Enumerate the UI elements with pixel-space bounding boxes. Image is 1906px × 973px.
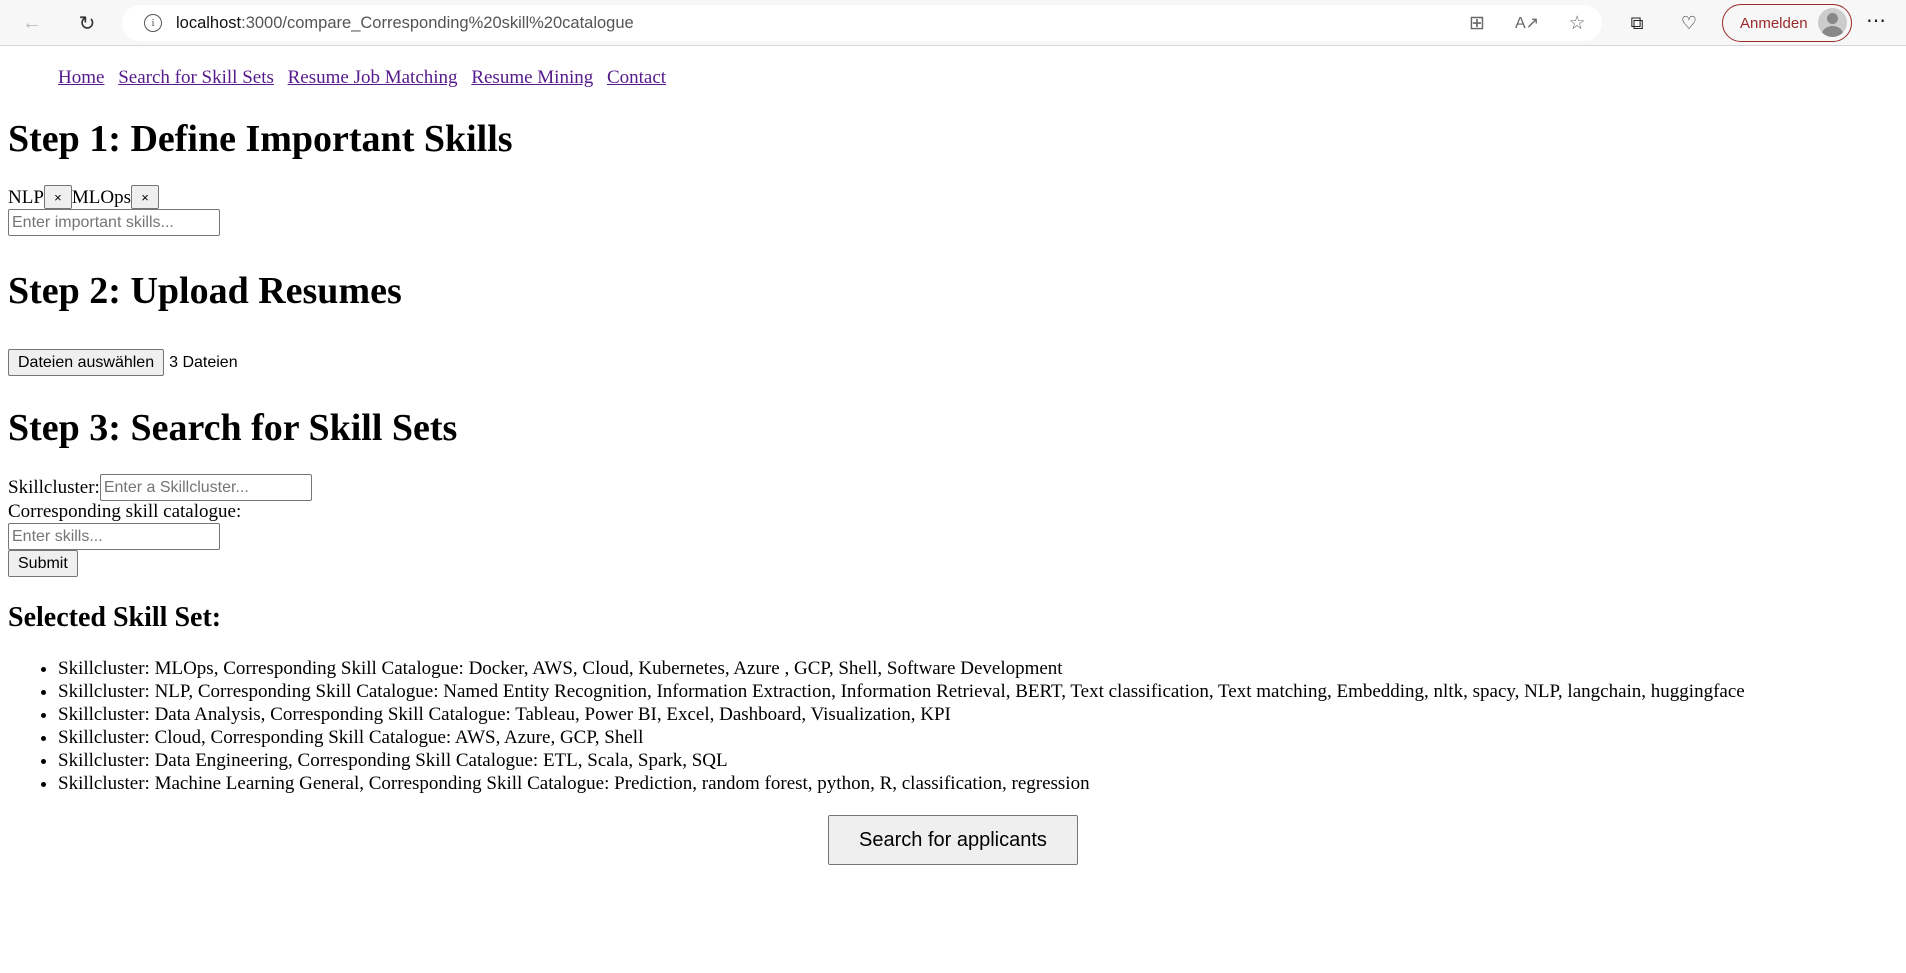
url-text[interactable]: localhost:3000/compare_Corresponding%20s…: [176, 14, 634, 33]
collections-icon[interactable]: ⧉: [1622, 8, 1652, 38]
remove-tag-mlops-button[interactable]: ×: [131, 185, 160, 209]
apps-icon[interactable]: ⊞: [1452, 12, 1502, 35]
browser-essentials-icon[interactable]: ♡: [1674, 8, 1704, 38]
nav-contact[interactable]: Contact: [607, 67, 666, 88]
skill-tag-label: NLP: [8, 187, 44, 208]
list-item: Skillcluster: Data Engineering, Correspo…: [58, 749, 1898, 772]
reload-icon: ↻: [78, 12, 96, 35]
file-status: 3 Dateien: [169, 353, 238, 371]
step2-heading: Step 2: Upload Resumes: [8, 270, 402, 312]
favorite-star-icon[interactable]: ☆: [1552, 12, 1602, 35]
signin-button[interactable]: Anmelden: [1722, 4, 1852, 42]
read-aloud-icon[interactable]: A↗: [1502, 13, 1552, 33]
page-content: Home Search for Skill Sets Resume Job Ma…: [0, 67, 1906, 865]
submit-button[interactable]: Submit: [8, 550, 78, 577]
browser-toolbar: ← ↻ i localhost:3000/compare_Correspondi…: [0, 0, 1906, 46]
info-icon[interactable]: i: [144, 14, 162, 32]
step1-heading: Step 1: Define Important Skills: [8, 118, 513, 160]
list-item: Skillcluster: Data Analysis, Correspondi…: [58, 703, 1898, 726]
search-applicants-button[interactable]: Search for applicants: [828, 815, 1078, 865]
selected-skill-set-list: Skillcluster: MLOps, Corresponding Skill…: [8, 657, 1898, 795]
skill-tag-label: MLOps: [71, 187, 132, 208]
list-item: Skillcluster: Machine Learning General, …: [58, 772, 1898, 795]
important-skills-tags: NLP × MLOps ×: [8, 185, 1898, 209]
list-item: Skillcluster: MLOps, Corresponding Skill…: [58, 657, 1898, 680]
skillcluster-row: Skillcluster:: [8, 474, 1898, 501]
list-item: Skillcluster: Cloud, Corresponding Skill…: [58, 726, 1898, 749]
skillcluster-input[interactable]: [99, 474, 312, 501]
important-skills-input[interactable]: [8, 209, 220, 236]
main-nav: Home Search for Skill Sets Resume Job Ma…: [8, 67, 1898, 91]
back-icon: ←: [22, 11, 42, 34]
skillcluster-label: Skillcluster:: [8, 476, 100, 498]
remove-tag-nlp-button[interactable]: ×: [43, 185, 72, 209]
step3-heading: Step 3: Search for Skill Sets: [8, 407, 458, 449]
nav-search-skill-sets[interactable]: Search for Skill Sets: [118, 67, 274, 88]
list-item: Skillcluster: NLP, Corresponding Skill C…: [58, 680, 1898, 703]
back-button[interactable]: ←: [14, 5, 50, 41]
nav-home[interactable]: Home: [58, 67, 104, 88]
file-upload: Dateien auswählen 3 Dateien: [8, 349, 1898, 376]
more-icon[interactable]: ⋯: [1866, 8, 1887, 33]
nav-resume-mining[interactable]: Resume Mining: [471, 67, 593, 88]
catalogue-label-row: Corresponding skill catalogue:: [8, 501, 1898, 523]
nav-resume-job-matching[interactable]: Resume Job Matching: [288, 67, 458, 88]
reload-button[interactable]: ↻: [69, 5, 105, 41]
catalogue-input[interactable]: [8, 523, 220, 550]
address-bar[interactable]: i localhost:3000/compare_Corresponding%2…: [122, 5, 1602, 41]
profile-avatar-icon: [1818, 8, 1847, 37]
catalogue-label: Corresponding skill catalogue:: [8, 501, 242, 522]
choose-files-button[interactable]: Dateien auswählen: [8, 349, 165, 376]
selected-skill-set-heading: Selected Skill Set:: [8, 602, 222, 633]
